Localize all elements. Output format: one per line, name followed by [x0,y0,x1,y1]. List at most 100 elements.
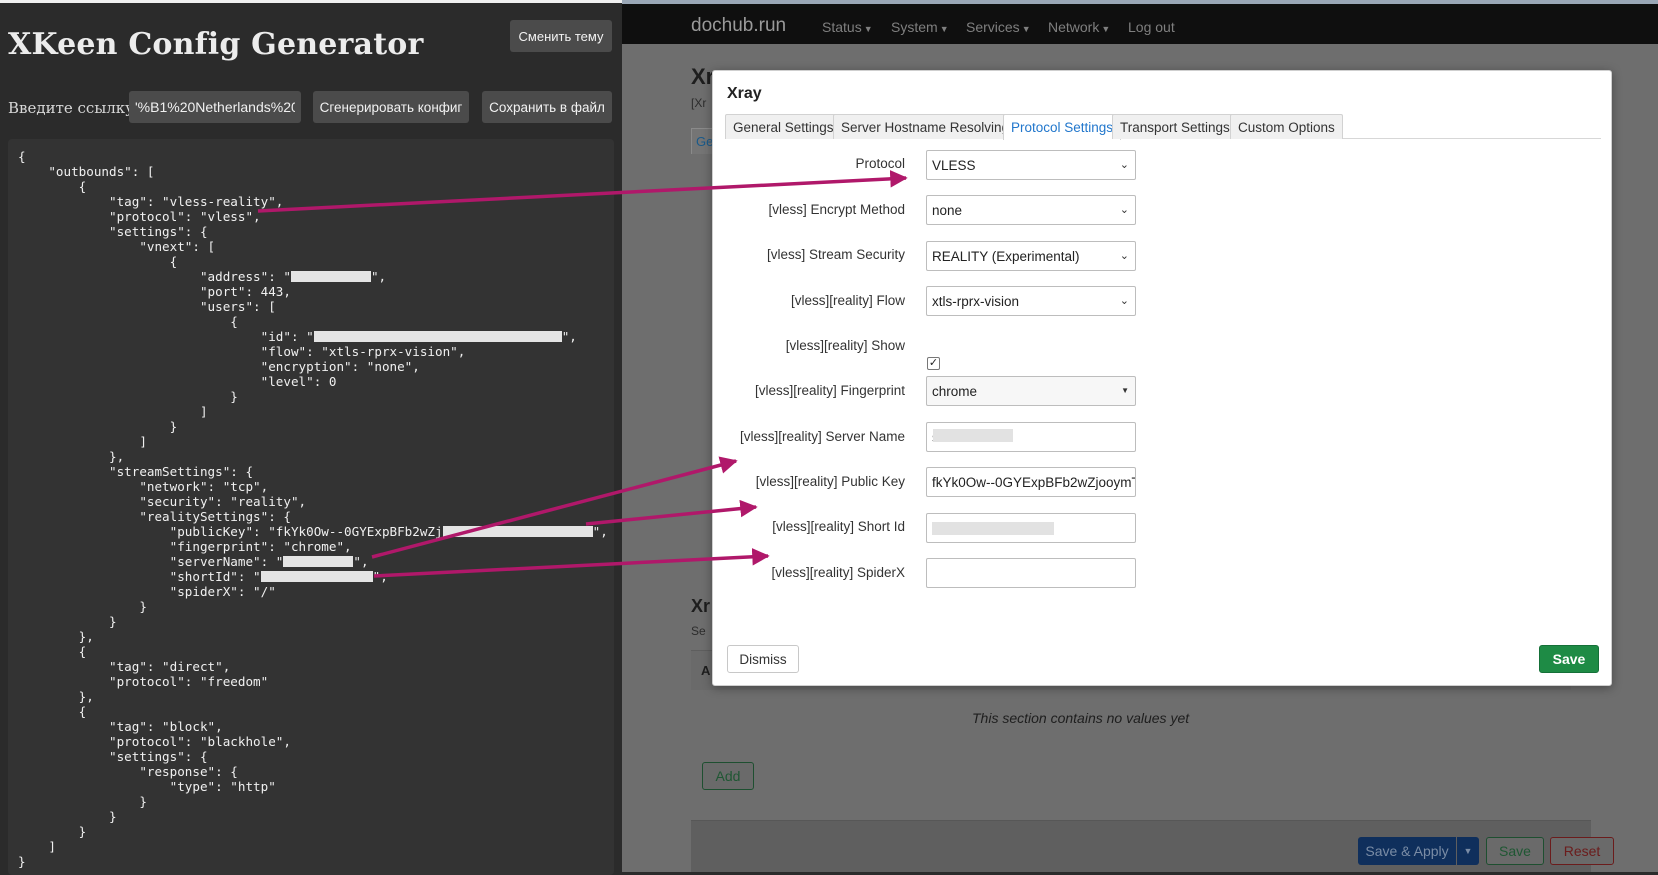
brand-link[interactable]: dochub.run [691,15,786,37]
config-generator-panel: XKeen Config Generator Сменить тему Введ… [0,0,622,875]
modal-title: Xray [727,85,762,102]
change-theme-button[interactable]: Сменить тему [510,20,612,52]
tab-server-hostname-resolving[interactable]: Server Hostname Resolving [833,114,1018,139]
tab-protocol-settings[interactable]: Protocol Settings [1003,114,1122,140]
code-line: } [18,854,26,869]
top-navbar: dochub.run Status ▼ System ▼ Services ▼ Net… [622,0,1658,44]
code-line: { [18,644,87,659]
chevron-down-icon: ⌄ [1119,250,1129,262]
modal-tabs: General Settings Server Hostname Resolvi… [725,114,1601,140]
reset-button[interactable]: Reset [1550,837,1614,865]
protocol-select[interactable]: VLESS ⌄ [926,150,1136,180]
code-line: "settings": { [18,749,208,764]
short-id-label: [vless][reality] Short Id [772,519,905,534]
caret-down-icon: ▼ [1101,24,1111,34]
xray-settings-modal: Xray General Settings Server Hostname Re… [712,70,1612,686]
show-label: [vless][reality] Show [785,338,905,353]
tab-general[interactable]: Ge [691,128,713,154]
stream-security-select[interactable]: REALITY (Experimental) ⌄ [926,241,1136,271]
config-output[interactable]: { "outbounds": [ { "tag": "vless-reality… [8,139,614,875]
code-line: "fingerprint": "chrome", [18,539,352,554]
code-line: "encryption": "none", [18,359,420,374]
modal-save-button[interactable]: Save [1539,645,1599,673]
code-line: "tag": "block", [18,719,223,734]
fingerprint-dropdown[interactable]: chrome ▼ [926,376,1136,406]
code-line: ] [18,404,208,419]
tab-transport-settings[interactable]: Transport Settings [1112,114,1238,139]
code-line: }, [18,449,125,464]
code-line: { [18,149,26,164]
encrypt-method-select[interactable]: none ⌄ [926,195,1136,225]
code-line: "level": 0 [18,374,337,389]
redacted-public-key [442,526,593,537]
code-line: "protocol": "vless", [18,209,261,224]
page-footer [691,820,1591,872]
generate-config-button[interactable]: Сгенерировать конфиг [313,91,469,123]
chevron-down-icon: ⌄ [1119,204,1129,216]
code-line: "tag": "direct", [18,659,231,674]
nav-network[interactable]: Network ▼ [1048,19,1110,35]
redacted-short-id [260,571,373,582]
url-label: Введите ссылку: [8,99,140,117]
section-description: Se [691,624,706,638]
code-line: { [18,314,238,329]
code-line: "id": " [18,329,314,344]
flow-select[interactable]: xtls-rprx-vision ⌄ [926,286,1136,316]
save-apply-dropdown-icon[interactable]: ▼ [1457,837,1479,865]
nav-logout[interactable]: Log out [1128,19,1175,35]
code-line: ] [18,839,56,854]
code-line: "streamSettings": { [18,464,254,479]
page-save-button[interactable]: Save [1486,837,1544,865]
empty-section-text: This section contains no values yet [972,710,1190,726]
nav-system[interactable]: System ▼ [891,19,949,35]
public-key-input[interactable]: fkYk0Ow--0GYExpBFb2wZjooymT [926,467,1136,497]
url-input[interactable] [129,91,301,123]
tab-general-settings[interactable]: General Settings [725,114,842,139]
code-line: "shortId": " [18,569,261,584]
code-line: "tag": "vless-reality", [18,194,284,209]
chevron-down-icon: ⌄ [1119,159,1129,171]
redacted-server-name [283,556,354,567]
redacted-id [313,331,562,342]
spiderx-input[interactable] [926,558,1136,588]
code-line: } [18,824,87,839]
code-line: }, [18,629,94,644]
save-apply-button[interactable]: Save & Apply [1358,837,1456,865]
generator-title: XKeen Config Generator [8,27,424,62]
code-line: "users": [ [18,299,276,314]
caret-down-icon: ▼ [863,24,873,34]
server-name-redaction [933,429,1013,442]
code-line: "type": "http" [18,779,276,794]
caret-down-icon: ▼ [1021,24,1031,34]
code-line: } [18,794,147,809]
code-line: "outbounds": [ [18,164,155,179]
code-line: } [18,599,147,614]
code-line: "spiderX": "/" [18,584,276,599]
code-line: } [18,809,117,824]
stream-security-label: [vless] Stream Security [766,247,905,262]
short-id-input[interactable] [926,513,1136,543]
code-line: "response": { [18,764,238,779]
code-line: { [18,254,178,269]
code-line: "flow": "xtls-rprx-vision", [18,344,466,359]
code-line: } [18,419,178,434]
section-title: Xr [691,596,711,616]
code-line: "realitySettings": { [18,509,291,524]
caret-down-icon: ▼ [939,24,949,34]
code-line: }, [18,689,94,704]
code-line: { [18,704,87,719]
nav-status[interactable]: Status ▼ [822,19,873,35]
tab-custom-options[interactable]: Custom Options [1230,114,1343,139]
dismiss-button[interactable]: Dismiss [727,645,799,673]
nav-services[interactable]: Services ▼ [966,19,1031,35]
code-line: "port": 443, [18,284,291,299]
save-to-file-button[interactable]: Сохранить в файл [482,91,612,123]
code-line: } [18,614,117,629]
code-line: { [18,179,87,194]
add-button[interactable]: Add [702,762,754,790]
code-line: "settings": { [18,224,208,239]
show-checkbox[interactable]: ✓ [927,357,940,370]
caret-down-icon: ▼ [1121,386,1129,395]
code-line: ] [18,434,147,449]
redacted-address [290,271,371,282]
